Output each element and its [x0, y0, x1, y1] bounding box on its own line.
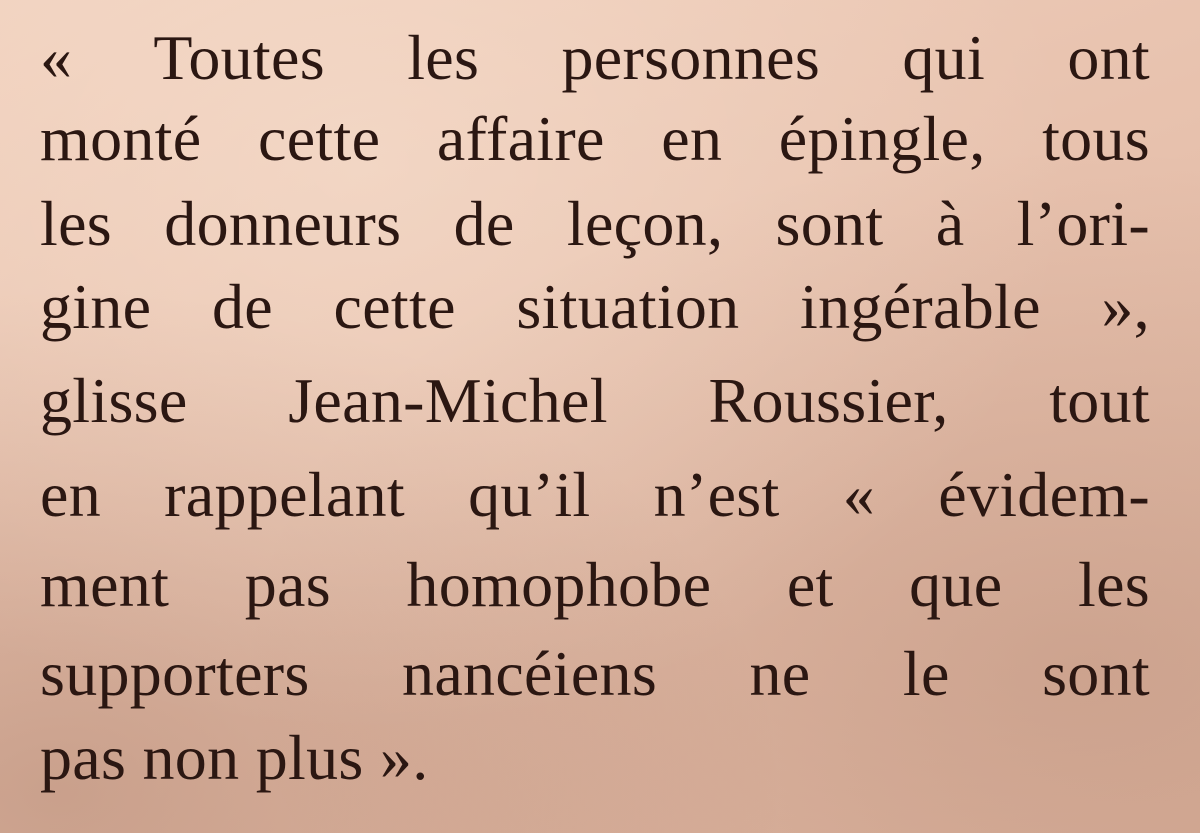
article-line-9: pas non plus ». [40, 722, 429, 793]
article-line-7: ment pas homophobe et que les [40, 549, 1150, 620]
article-line-2: monté cette affaire en épingle, tous [40, 103, 1150, 174]
article-line-1: « Toutes les personnes qui ont [40, 22, 1150, 93]
article-line-3: les donneurs de leçon, sont à l’ori- [40, 188, 1150, 259]
article-line-6: en rappelant qu’il n’est « évidem- [40, 459, 1150, 530]
article-line-4: gine de cette situation ingérable », [40, 271, 1150, 342]
article-line-5: glisse Jean-Michel Roussier, tout [40, 365, 1150, 436]
article-line-8: supporters nancéiens ne le sont [40, 638, 1150, 709]
newspaper-clipping: « Toutes les personnes qui ont monté cet… [0, 0, 1200, 833]
